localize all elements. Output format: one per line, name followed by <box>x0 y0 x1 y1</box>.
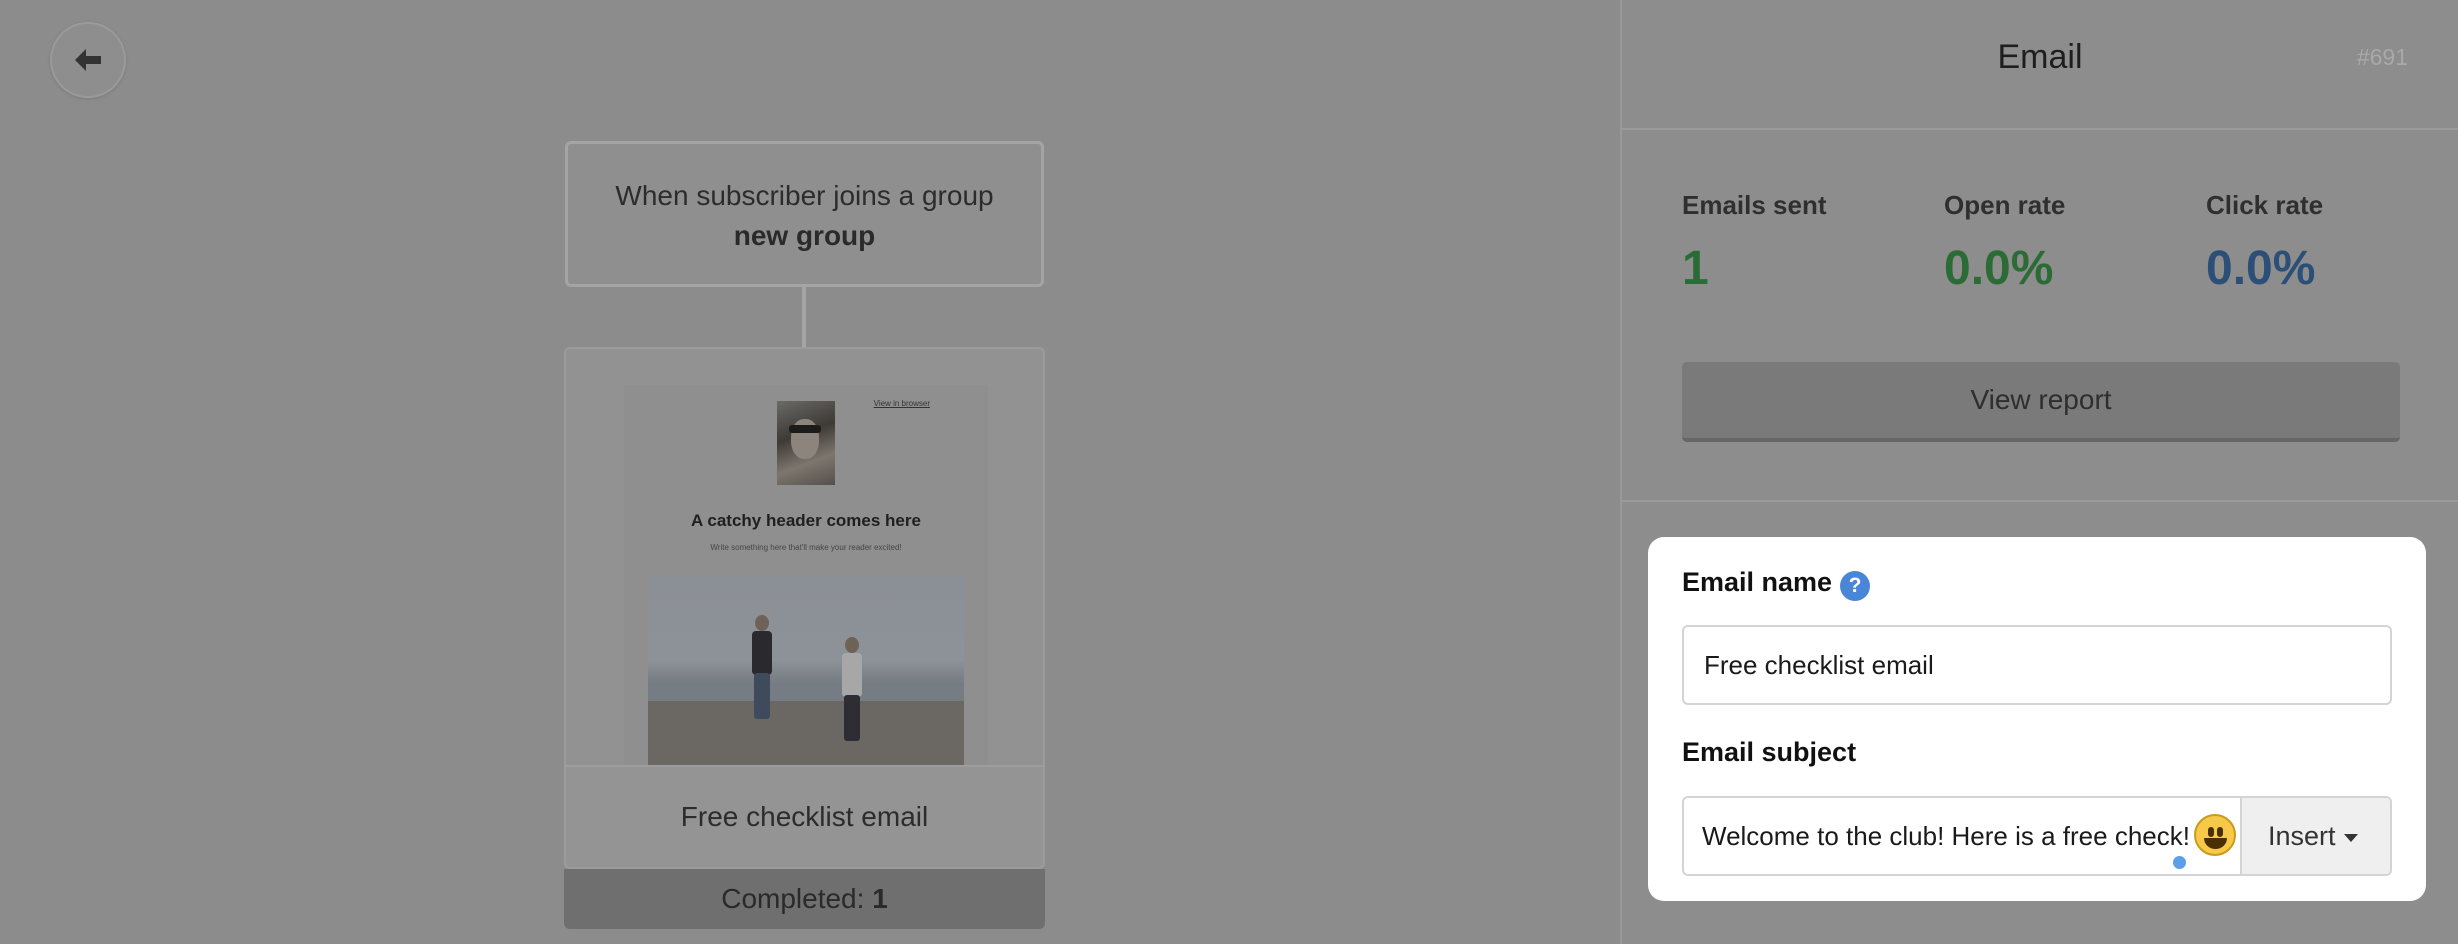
panel-title: Email <box>1997 38 2083 76</box>
view-report-button[interactable]: View report <box>1682 362 2400 442</box>
stat-value: 1 <box>1682 242 1709 295</box>
preview-avatar-image <box>777 401 835 485</box>
panel-divider <box>1622 500 2458 502</box>
stat-click-rate: Click rate 0.0% <box>2206 190 2323 296</box>
email-settings-card: Email name ? Free checklist email Email … <box>1648 537 2426 901</box>
email-name-label: Email name <box>1682 567 1833 597</box>
email-step-title: Free checklist email <box>566 765 1043 867</box>
stat-value: 0.0% <box>2206 242 2316 295</box>
email-id: #691 <box>2356 44 2408 70</box>
completed-label: Completed: <box>721 883 865 914</box>
preview-subheader: Write something here that'll make your r… <box>710 543 902 552</box>
email-name-input[interactable]: Free checklist email <box>1682 625 2392 705</box>
completed-count: 1 <box>872 883 888 914</box>
arrow-left-icon <box>75 49 101 71</box>
caret-down-icon <box>2343 833 2358 842</box>
stat-label: Open rate <box>1944 190 2066 220</box>
email-subject-field: Welcome to the club! Here is a free chec… <box>1682 796 2392 876</box>
panel-header: Email #691 <box>1622 0 2458 130</box>
help-icon[interactable]: ? <box>1840 571 1870 601</box>
view-in-browser-link: View in browser <box>873 399 930 408</box>
preview-header: A catchy header comes here <box>691 511 921 530</box>
trigger-step[interactable]: When subscriber joins a group new group <box>565 141 1044 287</box>
insert-label: Insert <box>2268 821 2336 851</box>
stat-label: Click rate <box>2206 190 2324 220</box>
email-stats: Emails sent 1 Open rate 0.0% Click rate … <box>1682 190 2402 300</box>
smiley-emoji-icon[interactable] <box>2194 814 2236 856</box>
insert-dropdown-button[interactable]: Insert <box>2240 798 2390 874</box>
email-step-card[interactable]: View in browser A catchy header comes he… <box>564 347 1045 869</box>
stat-open-rate: Open rate 0.0% <box>1944 190 2065 296</box>
trigger-text: When subscriber joins a group <box>615 180 994 211</box>
workflow-canvas: When subscriber joins a group new group … <box>0 0 1620 944</box>
text-cursor-handle[interactable] <box>2173 856 2186 869</box>
stat-label: Emails sent <box>1682 190 1827 220</box>
stat-emails-sent: Emails sent 1 <box>1682 190 1827 296</box>
completed-status: Completed: 1 <box>564 869 1045 929</box>
preview-hero-image <box>648 575 964 765</box>
trigger-group-name: new group <box>733 220 876 251</box>
back-button[interactable] <box>50 22 126 98</box>
email-subject-label: Email subject <box>1682 737 1857 767</box>
email-preview: View in browser A catchy header comes he… <box>624 385 988 765</box>
step-connector <box>802 287 806 347</box>
email-subject-input[interactable]: Welcome to the club! Here is a free chec… <box>1684 798 2254 874</box>
stat-value: 0.0% <box>1944 242 2054 295</box>
